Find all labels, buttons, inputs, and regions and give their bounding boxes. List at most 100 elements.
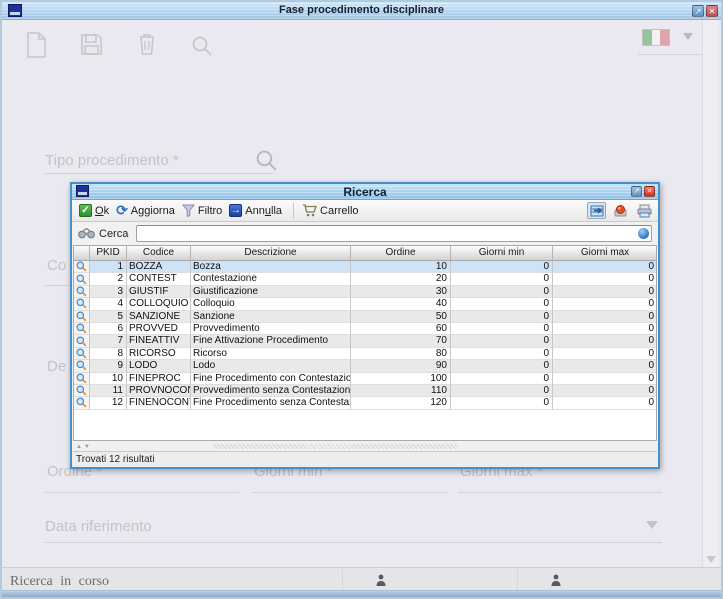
- dialog-titlebar[interactable]: Ricerca ↗ ✕: [72, 184, 658, 200]
- delete-icon[interactable]: [138, 32, 156, 56]
- cell-giorni-min: 0: [451, 286, 553, 298]
- table-row[interactable]: 8RICORSORicorso8000: [74, 348, 656, 360]
- header-giorni-min[interactable]: Giorni min: [451, 246, 553, 260]
- cell-pkid: 1: [90, 261, 127, 273]
- field-label-data-riferimento: Data riferimento: [45, 518, 152, 535]
- results-table: PKID Codice Descrizione Ordine Giorni mi…: [73, 245, 657, 441]
- status-text: Ricerca in corso: [10, 574, 109, 590]
- ordine-underline: [45, 492, 239, 493]
- header-descrizione[interactable]: Descrizione: [191, 246, 351, 260]
- header-codice[interactable]: Codice: [127, 246, 191, 260]
- save-icon[interactable]: [81, 34, 102, 55]
- cell-giorni-max: 0: [553, 298, 657, 310]
- window-title: Fase procedimento disciplinare: [2, 4, 721, 16]
- search-helper-icon[interactable]: [638, 228, 649, 239]
- table-row[interactable]: 9LODOLodo9000: [74, 360, 656, 372]
- row-magnifier-icon[interactable]: [74, 348, 90, 360]
- aggiorna-button[interactable]: ⟳ Aggiorna: [114, 203, 180, 218]
- row-magnifier-icon[interactable]: [74, 311, 90, 323]
- print-icon[interactable]: [635, 202, 654, 219]
- window-bottom-frame: [2, 590, 721, 597]
- cell-ordine: 90: [351, 360, 451, 372]
- table-row[interactable]: 2CONTESTContestazione2000: [74, 273, 656, 285]
- cell-codice: FINEPROC: [127, 373, 191, 385]
- language-flag-italy[interactable]: [642, 29, 670, 46]
- row-magnifier-icon[interactable]: [74, 298, 90, 310]
- table-row[interactable]: 11PROVNOCONTProvvedimento senza Contesta…: [74, 385, 656, 397]
- cell-codice: RICORSO: [127, 348, 191, 360]
- cell-ordine: 20: [351, 273, 451, 285]
- field-label-descrizione: De: [47, 358, 66, 375]
- table-row[interactable]: 6PROVVEDProvvedimento6000: [74, 323, 656, 335]
- refresh-icon: ⟳: [116, 204, 128, 217]
- giorni-min-underline: [252, 492, 448, 493]
- row-magnifier-icon[interactable]: [74, 360, 90, 372]
- cell-descrizione: Giustificazione: [191, 286, 351, 298]
- filtro-button[interactable]: Filtro: [180, 203, 227, 218]
- maximize-icon[interactable]: ↗: [692, 5, 704, 17]
- table-row[interactable]: 10FINEPROCFine Procedimento con Contesta…: [74, 373, 656, 385]
- row-magnifier-icon[interactable]: [74, 397, 90, 409]
- flag-green-stripe: [643, 30, 652, 45]
- search-label: Cerca: [99, 228, 128, 240]
- table-row[interactable]: 4COLLOQUIOColloquio4000: [74, 298, 656, 310]
- header-giorni-max[interactable]: Giorni max: [553, 246, 657, 260]
- cell-descrizione: Provvedimento senza Contestazione: [191, 385, 351, 397]
- remove-result-icon[interactable]: [611, 202, 630, 219]
- annulla-arrow-icon: →: [229, 204, 242, 217]
- table-bottom-scrollbar[interactable]: ▲▼: [73, 442, 657, 452]
- table-row[interactable]: 1BOZZABozza1000: [74, 261, 656, 273]
- header-icon-column[interactable]: [74, 246, 90, 260]
- header-ordine[interactable]: Ordine: [351, 246, 451, 260]
- cell-ordine: 60: [351, 323, 451, 335]
- cell-giorni-max: 0: [553, 311, 657, 323]
- row-magnifier-icon[interactable]: [74, 273, 90, 285]
- row-magnifier-icon[interactable]: [74, 286, 90, 298]
- cell-descrizione: Ricorso: [191, 348, 351, 360]
- cell-ordine: 80: [351, 348, 451, 360]
- cart-icon: [302, 204, 317, 217]
- table-row[interactable]: 3GIUSTIFGiustificazione3000: [74, 286, 656, 298]
- row-magnifier-icon[interactable]: [74, 385, 90, 397]
- cell-ordine: 120: [351, 397, 451, 409]
- codice-underline: [45, 285, 70, 286]
- cell-codice: GIUSTIF: [127, 286, 191, 298]
- ricerca-dialog: Ricerca ↗ ✕ ✓ Ok ⟳ Aggiorna Filtro: [70, 182, 660, 469]
- form-scrollbar[interactable]: [702, 20, 719, 567]
- ok-button[interactable]: ✓ Ok: [77, 203, 114, 218]
- scrollbar-hatch[interactable]: [213, 444, 458, 449]
- table-row[interactable]: 7FINEATTIVFine Attivazione Procedimento7…: [74, 335, 656, 347]
- row-magnifier-icon[interactable]: [74, 261, 90, 273]
- scroll-down-icon[interactable]: [706, 556, 716, 563]
- header-pkid[interactable]: PKID: [90, 246, 127, 260]
- scroll-arrows-icon[interactable]: ▲▼: [76, 444, 92, 450]
- row-magnifier-icon[interactable]: [74, 323, 90, 335]
- table-header: PKID Codice Descrizione Ordine Giorni mi…: [74, 246, 656, 261]
- search-toolbar-icon[interactable]: [191, 35, 213, 57]
- cell-ordine: 30: [351, 286, 451, 298]
- cell-giorni-max: 0: [553, 335, 657, 347]
- data-riferimento-dropdown-icon[interactable]: [646, 521, 658, 529]
- close-icon[interactable]: ✕: [706, 5, 718, 17]
- new-document-icon[interactable]: [26, 32, 47, 58]
- cell-giorni-max: 0: [553, 385, 657, 397]
- annulla-button[interactable]: → Annulla: [227, 203, 287, 218]
- cell-giorni-min: 0: [451, 373, 553, 385]
- row-magnifier-icon[interactable]: [74, 335, 90, 347]
- row-magnifier-icon[interactable]: [74, 373, 90, 385]
- cell-giorni-max: 0: [553, 323, 657, 335]
- tipo-procedimento-search-icon[interactable]: [255, 149, 278, 172]
- cell-descrizione: Provvedimento: [191, 323, 351, 335]
- carrello-button[interactable]: Carrello: [300, 203, 364, 218]
- cell-descrizione: Fine Procedimento senza Contestazione: [191, 397, 351, 409]
- cell-pkid: 6: [90, 323, 127, 335]
- table-row[interactable]: 12FINENOCONTFine Procedimento senza Cont…: [74, 397, 656, 409]
- cell-pkid: 4: [90, 298, 127, 310]
- table-row[interactable]: 5SANZIONESanzione5000: [74, 311, 656, 323]
- search-input[interactable]: [136, 225, 652, 242]
- language-dropdown-icon[interactable]: [683, 33, 693, 40]
- dialog-maximize-icon[interactable]: ↗: [631, 186, 642, 197]
- dialog-close-icon[interactable]: ✕: [644, 186, 655, 197]
- grid-view-icon[interactable]: [587, 202, 606, 219]
- cell-giorni-min: 0: [451, 348, 553, 360]
